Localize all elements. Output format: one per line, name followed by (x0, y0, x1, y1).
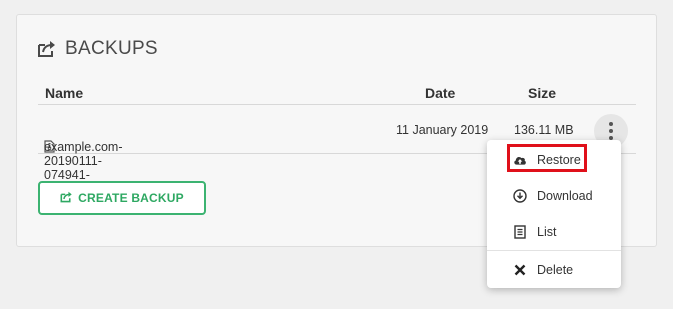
share-export-icon (60, 191, 73, 206)
menu-item-restore-label: Restore (537, 153, 581, 167)
menu-item-download-label: Download (537, 189, 593, 203)
create-backup-button[interactable]: CREATE BACKUP (38, 181, 206, 215)
create-backup-label: CREATE BACKUP (78, 191, 184, 205)
column-header-size[interactable]: Size (528, 85, 556, 101)
list-icon (513, 225, 527, 239)
download-circle-icon (513, 189, 527, 203)
backup-date: 11 January 2019 (396, 123, 489, 137)
card-title-text: BACKUPS (65, 38, 158, 59)
menu-item-download[interactable]: Download (487, 178, 621, 214)
menu-item-delete[interactable]: Delete (487, 252, 621, 288)
menu-item-list[interactable]: List (487, 214, 621, 250)
cloud-upload-icon (513, 153, 527, 167)
menu-item-list-label: List (537, 225, 557, 239)
share-export-icon (37, 40, 57, 58)
card-title: BACKUPS (37, 38, 158, 60)
close-icon (513, 263, 527, 277)
kebab-menu-icon (609, 122, 613, 126)
row-actions-menu: Restore Download List Delete (487, 140, 621, 288)
menu-divider (487, 250, 621, 251)
menu-item-restore[interactable]: Restore (487, 142, 621, 178)
table-header: Name Date Size (38, 83, 636, 105)
column-header-date[interactable]: Date (425, 85, 455, 101)
backup-size: 136.11 MB (514, 123, 574, 137)
menu-item-delete-label: Delete (537, 263, 574, 277)
column-header-name[interactable]: Name (45, 85, 83, 101)
